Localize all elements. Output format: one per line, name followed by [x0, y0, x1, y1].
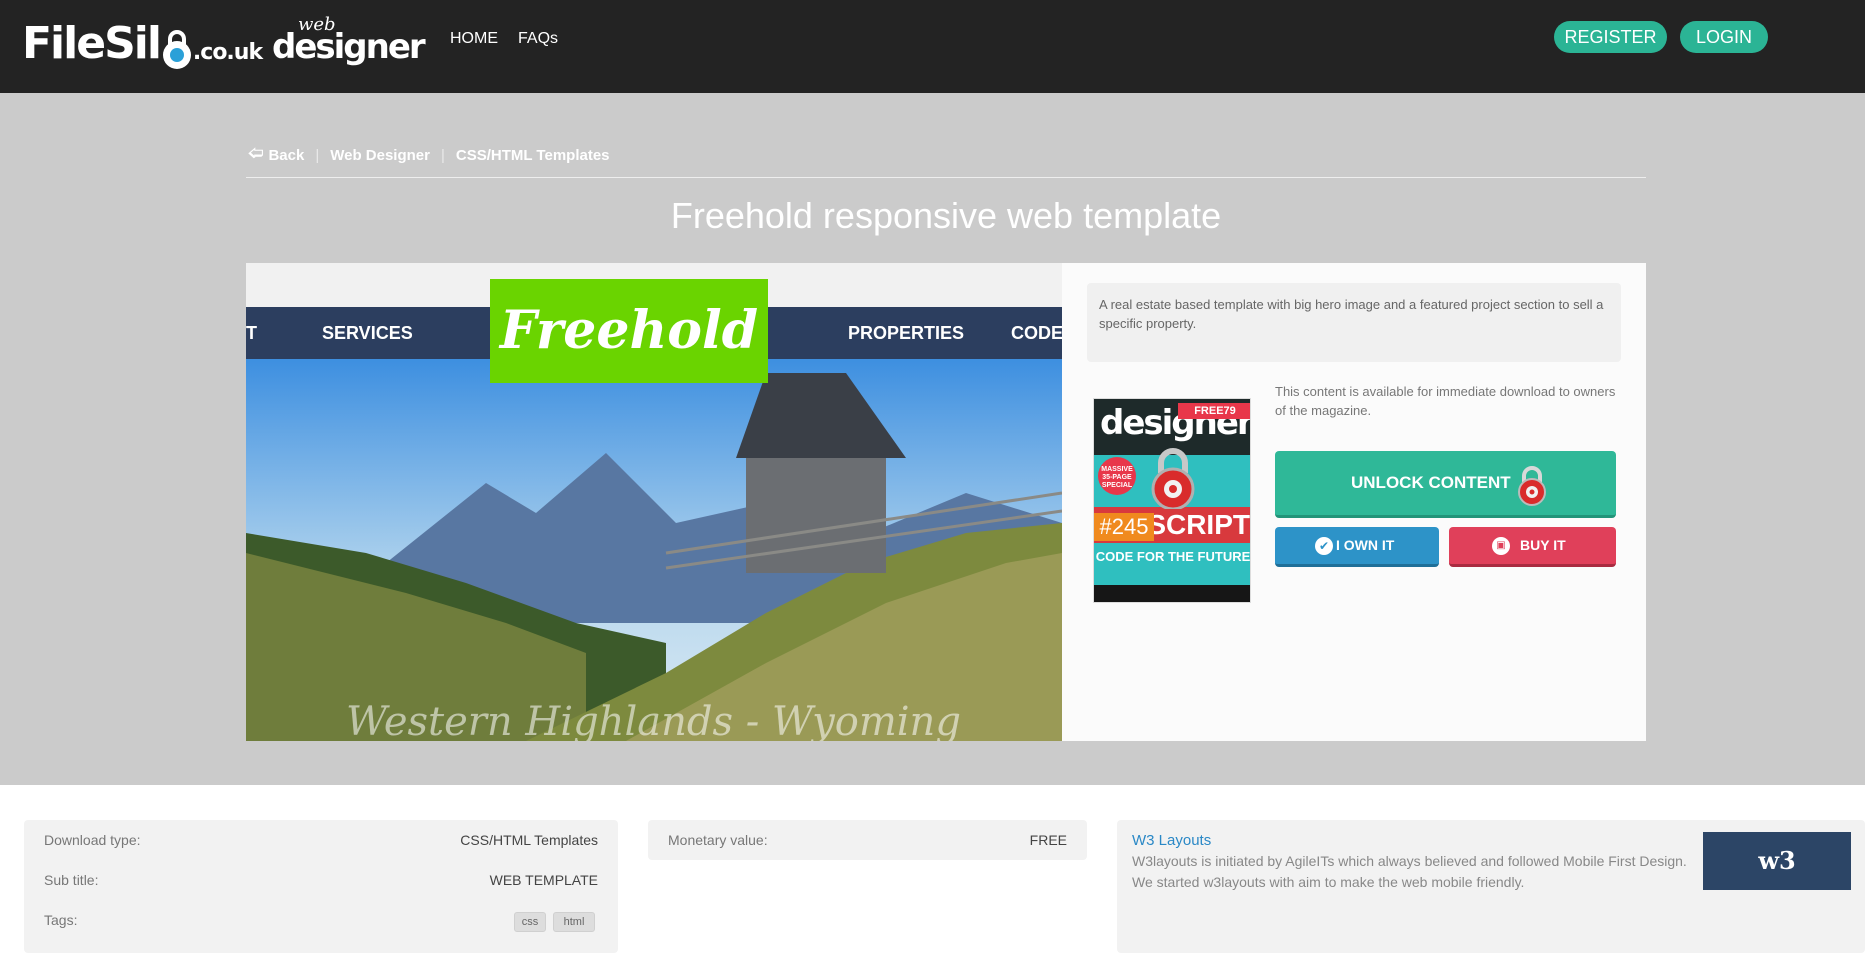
filesilo-logo-tld: .co.uk	[192, 40, 263, 65]
arrow-left-icon: 🢠	[248, 144, 264, 162]
divider	[246, 177, 1646, 178]
subtitle-value: WEB TEMPLATE	[489, 872, 598, 888]
preview-nav-item: SERVICES	[322, 323, 413, 343]
filesilo-logo-text: FileSil	[22, 18, 162, 69]
nav-faqs[interactable]: FAQs	[518, 30, 558, 48]
credit-description: W3layouts is initiated by AgileITs which…	[1132, 853, 1687, 890]
i-own-it-button[interactable]: ✔ I OWN IT	[1275, 527, 1439, 567]
w3layouts-logo[interactable]: w3	[1703, 832, 1851, 890]
cover-issue-number: #245	[1094, 513, 1154, 541]
breadcrumb-web-designer[interactable]: Web Designer	[330, 147, 430, 164]
monetary-value-label: Monetary value:	[668, 832, 768, 848]
padlock-icon	[1151, 448, 1195, 509]
unlock-content-label: UNLOCK CONTENT	[1351, 473, 1511, 492]
tag-css[interactable]: css	[514, 912, 546, 932]
cover-special-badge: MASSIVE 35-PAGE SPECIAL	[1098, 457, 1136, 495]
preview-nav-item: PROPERTIES	[848, 323, 965, 343]
tags-label: Tags:	[44, 912, 78, 928]
register-button[interactable]: REGISTER	[1554, 21, 1667, 53]
cover-line: CODE FOR THE FUTURE	[1095, 549, 1251, 564]
padlock-icon	[162, 30, 192, 69]
preview-nav-item: T	[246, 323, 257, 343]
nav-home[interactable]: HOME	[450, 30, 498, 48]
filesilo-logo[interactable]: FileSil .co.uk	[22, 14, 263, 70]
download-type-value: CSS/HTML Templates	[460, 832, 598, 848]
breadcrumb-separator: |	[315, 146, 320, 164]
breadcrumb: 🢠 Back | Web Designer | CSS/HTML Templat…	[248, 145, 610, 164]
cart-icon: ▣	[1492, 537, 1510, 555]
padlock-icon	[1518, 466, 1546, 506]
cover-footer	[1094, 585, 1250, 602]
preview-logo: Freehold	[490, 279, 768, 383]
monetary-value: FREE	[1029, 832, 1067, 848]
credit-name-link[interactable]: W3 Layouts	[1132, 832, 1211, 849]
buy-it-button[interactable]: ▣ BUY IT	[1449, 527, 1616, 567]
i-own-it-label: I OWN IT	[1336, 537, 1395, 553]
preview-caption: Western Highlands - Wyoming	[346, 699, 961, 741]
breadcrumb-separator: |	[440, 146, 445, 164]
checkmark-icon: ✔	[1315, 537, 1333, 555]
login-button[interactable]: LOGIN	[1680, 21, 1768, 53]
web-designer-logo[interactable]: web designer	[272, 14, 426, 67]
preview-nav-item: CODES	[1011, 323, 1062, 343]
tag-html[interactable]: html	[553, 912, 595, 932]
breadcrumb-back[interactable]: Back	[268, 147, 304, 164]
buy-it-label: BUY IT	[1520, 537, 1566, 553]
unlock-content-button[interactable]: UNLOCK CONTENT	[1275, 451, 1616, 518]
template-preview-image: T SERVICES PROPERTIES CODES Freehold Wes…	[246, 263, 1062, 741]
page-title: Freehold responsive web template	[670, 195, 1222, 236]
magazine-cover[interactable]: designer FREE79 MASSIVE 35-PAGE SPECIAL …	[1093, 398, 1251, 603]
subtitle-label: Sub title:	[44, 872, 99, 888]
description-box: A real estate based template with big he…	[1087, 283, 1621, 362]
cover-free-badge: FREE79	[1178, 403, 1250, 419]
download-type-label: Download type:	[44, 832, 141, 848]
web-designer-logo-bottom: designer	[272, 27, 426, 67]
breadcrumb-css-html-templates[interactable]: CSS/HTML Templates	[456, 147, 610, 164]
availability-text: This content is available for immediate …	[1275, 384, 1616, 418]
